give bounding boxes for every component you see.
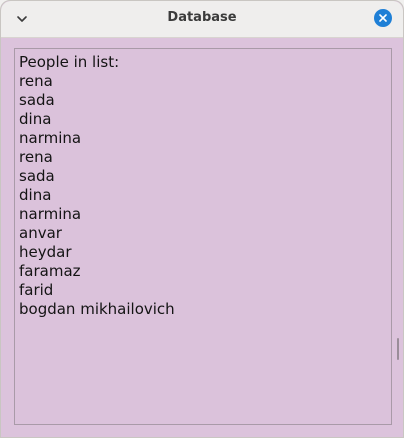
list-item[interactable]: dina <box>19 110 175 129</box>
window-title: Database <box>167 10 237 25</box>
close-icon <box>379 14 387 22</box>
database-window: Database People in list: rena sada dina … <box>0 0 404 438</box>
window-menu-button[interactable] <box>11 8 33 30</box>
list-item[interactable]: narmina <box>19 129 175 148</box>
list-item[interactable]: heydar <box>19 243 175 262</box>
people-list: People in list: rena sada dina narmina r… <box>19 53 175 319</box>
list-item[interactable]: rena <box>19 72 175 91</box>
chevron-down-icon <box>17 16 27 22</box>
scrollbar-handle[interactable] <box>397 338 399 360</box>
list-item[interactable]: anvar <box>19 224 175 243</box>
title-bar[interactable]: Database <box>1 1 403 38</box>
list-item[interactable]: narmina <box>19 205 175 224</box>
list-item[interactable]: sada <box>19 167 175 186</box>
list-item[interactable]: dina <box>19 186 175 205</box>
list-item[interactable]: bogdan mikhailovich <box>19 300 175 319</box>
list-item[interactable]: rena <box>19 148 175 167</box>
people-listbox[interactable]: People in list: rena sada dina narmina r… <box>14 48 392 425</box>
list-item[interactable]: faramaz <box>19 262 175 281</box>
list-item[interactable]: sada <box>19 91 175 110</box>
close-button[interactable] <box>374 9 392 27</box>
list-item[interactable]: farid <box>19 281 175 300</box>
list-header: People in list: <box>19 53 120 71</box>
